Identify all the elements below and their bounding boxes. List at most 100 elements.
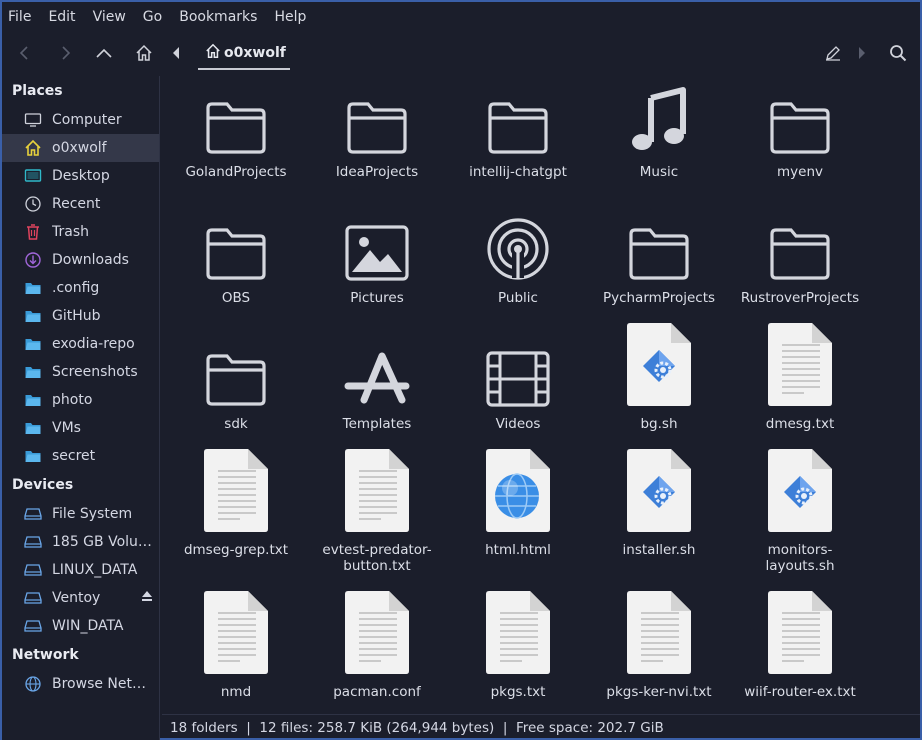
- sidebar-item-label: GitHub: [52, 308, 101, 324]
- breadcrumb-right-icon[interactable]: [852, 40, 872, 66]
- folder-item[interactable]: Pictures: [307, 202, 447, 306]
- sidebar-item-label: Trash: [52, 224, 89, 240]
- folder-item[interactable]: OBS: [166, 202, 306, 306]
- folder-icon: [730, 76, 870, 156]
- folder-icon: [24, 391, 42, 409]
- folder-item[interactable]: myenv: [730, 76, 870, 180]
- sidebar-item-ventoy[interactable]: Ventoy: [2, 584, 159, 612]
- sidebar-item-label: 185 GB Volume: [52, 534, 156, 550]
- menu-help[interactable]: Help: [274, 9, 306, 25]
- sidebar-item-browse-network[interactable]: Browse Network: [2, 670, 159, 698]
- menu-view[interactable]: View: [93, 9, 126, 25]
- file-name: wiif-router-ex.txt: [744, 684, 856, 700]
- folder-item[interactable]: sdk: [166, 328, 306, 432]
- folder-icon: [589, 202, 729, 282]
- sidebar-item-github[interactable]: GitHub: [2, 302, 159, 330]
- edit-path-icon[interactable]: [820, 40, 846, 66]
- file-item[interactable]: pkgs.txt: [448, 591, 588, 700]
- picture-icon: [307, 202, 447, 282]
- text-file-icon: [166, 444, 306, 534]
- folder-icon: [24, 335, 42, 353]
- file-name: GolandProjects: [185, 164, 287, 180]
- menu-bookmarks[interactable]: Bookmarks: [179, 9, 257, 25]
- folder-item[interactable]: PycharmProjects: [589, 202, 729, 306]
- file-item[interactable]: monitors-layouts.sh: [730, 449, 870, 574]
- menu-file[interactable]: File: [8, 9, 31, 25]
- sidebar-item-config[interactable]: .config: [2, 274, 159, 302]
- home-icon[interactable]: [131, 40, 157, 66]
- sidebar-item-label: LINUX_DATA: [52, 562, 138, 578]
- file-name: pkgs.txt: [490, 684, 546, 700]
- file-name: Videos: [495, 416, 541, 432]
- file-item[interactable]: pkgs-ker-nvi.txt: [589, 591, 729, 700]
- file-item[interactable]: installer.sh: [589, 449, 729, 558]
- sidebar-item-recent[interactable]: Recent: [2, 190, 159, 218]
- breadcrumb-left-icon[interactable]: [168, 40, 184, 66]
- text-file-icon: [448, 586, 588, 676]
- sidebar-item-label: Screenshots: [52, 364, 138, 380]
- folder-item[interactable]: Public: [448, 202, 588, 306]
- folder-icon: [24, 279, 42, 297]
- search-icon[interactable]: [885, 40, 911, 66]
- sidebar-item-label: VMs: [52, 420, 81, 436]
- sidebar-item-label: Browse Network: [52, 676, 156, 692]
- menu-bar: File Edit View Go Bookmarks Help: [2, 2, 920, 32]
- sidebar-item-win-data[interactable]: WIN_DATA: [2, 612, 159, 640]
- folder-icon: [166, 328, 306, 408]
- menu-edit[interactable]: Edit: [48, 9, 75, 25]
- text-file-icon: [730, 318, 870, 408]
- sidebar-item-computer[interactable]: Computer: [2, 106, 159, 134]
- sidebar-item-trash[interactable]: Trash: [2, 218, 159, 246]
- folder-icon: [166, 76, 306, 156]
- file-name: IdeaProjects: [335, 164, 419, 180]
- sidebar-item-secret[interactable]: secret: [2, 442, 159, 470]
- clock-icon: [24, 195, 42, 213]
- sidebar-item-file-system[interactable]: File System: [2, 500, 159, 528]
- file-item[interactable]: bg.sh: [589, 323, 729, 432]
- sidebar-item-exodia-repo[interactable]: exodia-repo: [2, 330, 159, 358]
- sidebar-item-vms[interactable]: VMs: [2, 414, 159, 442]
- file-name: monitors-layouts.sh: [765, 542, 835, 574]
- sidebar-item-photo[interactable]: photo: [2, 386, 159, 414]
- folder-item[interactable]: Videos: [448, 328, 588, 432]
- sidebar-item-185-gb-volume[interactable]: 185 GB Volume: [2, 528, 159, 556]
- file-name: dmseg-grep.txt: [183, 542, 289, 558]
- folder-item[interactable]: Music: [589, 76, 729, 180]
- file-item[interactable]: dmesg.txt: [730, 323, 870, 432]
- sidebar-item-o0xwolf[interactable]: o0xwolf: [2, 134, 159, 162]
- file-name: Pictures: [350, 290, 404, 306]
- drive-icon: [24, 561, 42, 579]
- file-item[interactable]: pacman.conf: [307, 591, 447, 700]
- file-item[interactable]: nmd: [166, 591, 306, 700]
- folder-item[interactable]: intellij-chatgpt: [448, 76, 588, 180]
- eject-icon[interactable]: [141, 590, 153, 606]
- up-icon[interactable]: [91, 40, 117, 66]
- back-icon[interactable]: [12, 40, 38, 66]
- file-name: sdk: [224, 416, 248, 432]
- menu-go[interactable]: Go: [143, 9, 162, 25]
- folder-icon: [24, 307, 42, 325]
- sidebar-item-desktop[interactable]: Desktop: [2, 162, 159, 190]
- file-item[interactable]: dmseg-grep.txt: [166, 449, 306, 558]
- file-item[interactable]: html.html: [448, 449, 588, 558]
- file-name: pacman.conf: [333, 684, 421, 700]
- folder-item[interactable]: GolandProjects: [166, 76, 306, 180]
- folder-icon: [24, 363, 42, 381]
- breadcrumb[interactable]: o0xwolf: [198, 38, 290, 70]
- folder-item[interactable]: RustroverProjects: [730, 202, 870, 306]
- text-file-icon: [307, 586, 447, 676]
- file-item[interactable]: wiif-router-ex.txt: [730, 591, 870, 700]
- forward-icon[interactable]: [52, 40, 78, 66]
- sidebar-item-screenshots[interactable]: Screenshots: [2, 358, 159, 386]
- html-file-icon: [448, 444, 588, 534]
- file-name: Templates: [342, 416, 412, 432]
- folder-item[interactable]: IdeaProjects: [307, 76, 447, 180]
- file-item[interactable]: evtest-predator-button.txt: [307, 449, 447, 574]
- folder-item[interactable]: Templates: [307, 328, 447, 432]
- folder-icon: [24, 419, 42, 437]
- folder-icon: [24, 447, 42, 465]
- sidebar-item-label: .config: [52, 280, 100, 296]
- sidebar-item-linux-data[interactable]: LINUX_DATA: [2, 556, 159, 584]
- globe-icon: [24, 675, 42, 693]
- sidebar-item-downloads[interactable]: Downloads: [2, 246, 159, 274]
